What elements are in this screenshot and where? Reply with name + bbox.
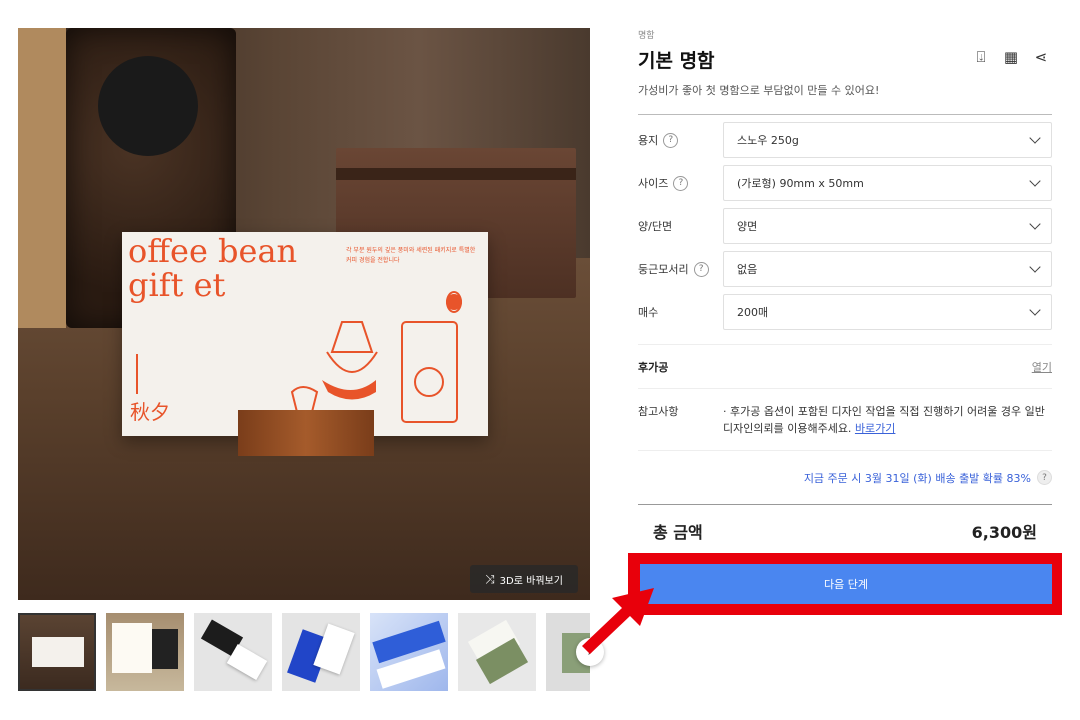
note-shortcut-link[interactable]: 바로가기: [855, 422, 895, 435]
select-value: 없음: [737, 263, 758, 276]
total-label: 총 금액: [653, 523, 703, 542]
option-paper: 용지 ? 스노우 250g: [638, 122, 1052, 158]
option-label: 둥근모서리: [638, 263, 689, 276]
thumbnail-5[interactable]: [370, 613, 448, 691]
note-label: 참고사항: [638, 405, 679, 418]
size-select[interactable]: (가로형) 90mm x 50mm: [723, 165, 1052, 201]
option-label: 매수: [638, 306, 659, 319]
option-label: 사이즈: [638, 177, 669, 190]
thumbnail-strip: [18, 613, 590, 691]
total-value: 6,300원: [971, 523, 1037, 542]
select-value: (가로형) 90mm x 50mm: [737, 177, 864, 190]
chevron-down-icon: [1029, 175, 1041, 187]
select-value: 200매: [737, 306, 769, 319]
help-icon[interactable]: ?: [693, 261, 709, 277]
post-processing-label: 후가공: [638, 360, 669, 374]
next-step-button[interactable]: 다음 단계: [640, 564, 1052, 604]
product-description: 가성비가 좋아 첫 명함으로 부담없이 만들 수 있어요!: [638, 84, 880, 97]
business-card-preview: offee bean gift et 각 부분 원두의 깊은 풍미와 세련된 패…: [122, 232, 488, 436]
option-label: 용지: [638, 134, 659, 147]
sides-select[interactable]: 양면: [723, 208, 1052, 244]
total-price-row: 총 금액 6,300원: [638, 505, 1052, 557]
thumbnail-1[interactable]: [18, 613, 96, 691]
shuffle-icon: ⤨: [485, 571, 495, 586]
help-icon[interactable]: ?: [663, 132, 679, 148]
quantity-select[interactable]: 200매: [723, 294, 1052, 330]
shipping-text: 지금 주문 시 3월 31일 (화) 배송 출발 확률 83%: [803, 471, 1031, 485]
select-value: 양면: [737, 220, 758, 233]
chevron-down-icon: [1029, 132, 1041, 144]
card-subtitle: 각 부분 원두의 깊은 풍미와 세련된 패키지로 특별한 커피 경험을 전합니다: [346, 247, 476, 264]
annotation-arrow-icon: [582, 588, 654, 654]
chevron-down-icon: [1029, 261, 1041, 273]
thumbnail-4[interactable]: [282, 613, 360, 691]
product-main-image: offee bean gift et 각 부분 원두의 깊은 풍미와 세련된 패…: [18, 28, 590, 600]
chevron-down-icon: [1029, 304, 1041, 316]
shipping-estimate: 지금 주문 시 3월 31일 (화) 배송 출발 확률 83% ?: [638, 450, 1052, 504]
rounded-corner-select[interactable]: 없음: [723, 251, 1052, 287]
option-quantity: 매수 200매: [638, 294, 1052, 330]
help-icon[interactable]: ?: [673, 175, 689, 191]
thumbnail-3[interactable]: [194, 613, 272, 691]
paper-select[interactable]: 스노우 250g: [723, 122, 1052, 158]
option-size: 사이즈 ? (가로형) 90mm x 50mm: [638, 165, 1052, 201]
paper-bag: [18, 28, 66, 328]
post-processing-section: 후가공 열기: [638, 344, 1052, 388]
thumbnail-2[interactable]: [106, 613, 184, 691]
option-sides: 양/단면 양면: [638, 208, 1052, 244]
grid-icon[interactable]: ▦: [1002, 48, 1020, 66]
view-3d-label: 3D로 바꿔보기: [499, 575, 563, 587]
product-category: 명함: [638, 31, 655, 41]
wooden-card-stand: [238, 410, 374, 456]
card-kanji: 秋夕: [130, 400, 170, 424]
option-rounded-corner: 둥근모서리 ? 없음: [638, 251, 1052, 287]
order-panel: 명함 기본 명함 ⍗ ▦ ⋖ 가성비가 좋아 첫 명함으로 부담없이 만들 수 …: [638, 28, 1052, 557]
thumbnail-6[interactable]: [458, 613, 536, 691]
select-value: 스노우 250g: [737, 134, 799, 147]
view-3d-button[interactable]: ⤨ 3D로 바꿔보기: [470, 565, 578, 593]
product-tools: ⍗ ▦ ⋖: [972, 48, 1050, 66]
help-icon[interactable]: ?: [1037, 470, 1052, 485]
note-section: 참고사항 · 후가공 옵션이 포함된 디자인 작업을 직접 진행하기 어려울 경…: [638, 388, 1052, 450]
option-label: 양/단면: [638, 220, 673, 233]
share-icon[interactable]: ⋖: [1032, 48, 1050, 66]
chevron-down-icon: [1029, 218, 1041, 230]
download-icon[interactable]: ⍗: [972, 48, 990, 66]
post-processing-open-link[interactable]: 열기: [1032, 359, 1052, 375]
